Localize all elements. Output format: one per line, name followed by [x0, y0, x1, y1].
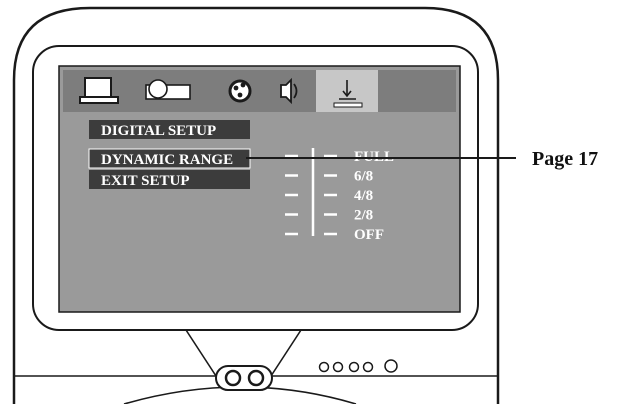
menu-item-exit-setup[interactable]: EXIT SETUP — [101, 173, 190, 189]
dial-icon[interactable] — [228, 79, 252, 103]
level-option[interactable]: 4/8 — [354, 188, 373, 204]
power-button-left[interactable] — [224, 369, 242, 387]
tv-diagram: DIGITAL SETUP DYNAMIC RANGE EXIT SETUP F… — [12, 6, 598, 404]
level-option[interactable]: OFF — [354, 227, 384, 243]
power-button-right[interactable] — [247, 369, 265, 387]
level-option[interactable]: 2/8 — [354, 208, 373, 224]
front-button-3[interactable] — [348, 361, 360, 373]
callout-label: Page 17 — [532, 148, 598, 170]
front-button-4[interactable] — [362, 361, 374, 373]
menu-item-dynamic-range[interactable]: DYNAMIC RANGE — [101, 152, 233, 168]
menu-title: DIGITAL SETUP — [101, 123, 216, 139]
front-button-1[interactable] — [318, 361, 330, 373]
osd-tab-bar — [63, 70, 456, 112]
level-option[interactable]: 6/8 — [354, 169, 373, 185]
tv-stand-left — [185, 329, 217, 377]
tv-stand-right — [270, 329, 302, 377]
front-button-2[interactable] — [332, 361, 344, 373]
front-button-5[interactable] — [384, 359, 398, 373]
